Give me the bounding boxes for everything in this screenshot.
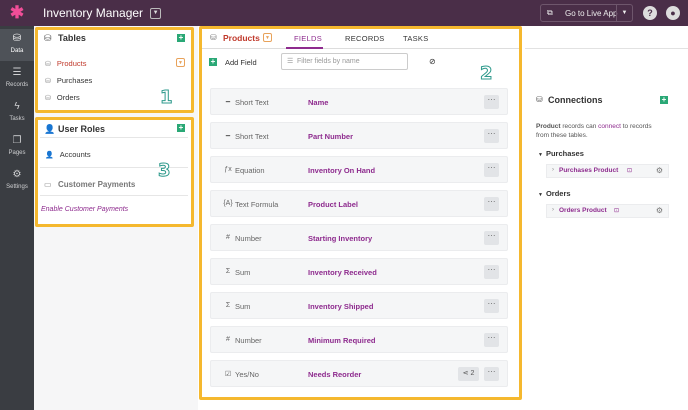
left-nav: ⛁ Data ☰ Records ϟ Tasks ❐ Pages ⚙ Setti… [0,26,34,410]
data-icon: ⛁ [12,33,22,44]
nav-label: Data [10,48,24,54]
connection-item[interactable]: › Purchases Product ⊡ ⚙ [546,164,669,178]
connection-group-purchases[interactable]: ▼ Purchases [538,149,584,158]
user-avatar-icon[interactable]: ● [666,6,680,20]
app-root: ✱ Inventory Manager ▼ ⧉ Go to Live App ▼… [0,0,688,410]
caret-down-icon: ▼ [538,192,543,198]
connect-link[interactable]: connect [598,123,621,130]
records-icon: ☰ [12,67,22,78]
connection-item-label: Orders Product [559,207,607,214]
caret-right-icon: › [552,167,554,173]
connections-panel [525,26,688,410]
logo-icon[interactable]: ✱ [0,0,34,26]
go-to-live-app-label: Go to Live App [565,8,618,18]
tasks-icon: ϟ [14,101,20,112]
gear-icon[interactable]: ⚙ [656,206,663,215]
connections-object: Product [536,123,561,130]
nav-item-data[interactable]: ⛁ Data [0,29,34,61]
go-to-live-app-button[interactable]: ⧉ Go to Live App ▼ [540,4,633,22]
callout-3: 3 [158,160,171,182]
connections-icon: ⛁ [536,95,543,104]
external-link-icon: ⧉ [547,8,553,17]
connection-group-label: Orders [545,189,571,198]
nav-item-records[interactable]: ☰ Records [0,63,34,95]
caret-down-icon: ▼ [538,152,543,158]
link-icon: ⊡ [614,208,620,214]
connections-text: records can [560,123,599,130]
caret-right-icon: › [552,207,554,213]
live-app-dropdown-icon[interactable]: ▼ [616,5,632,21]
link-icon: ⊡ [627,168,633,174]
callout-1: 1 [160,87,173,109]
nav-label: Tasks [9,116,25,122]
nav-item-settings[interactable]: ⚙ Settings [0,165,34,197]
app-menu-chevron-icon[interactable]: ▼ [150,7,162,19]
nav-label: Records [5,82,29,88]
nav-label: Pages [8,150,26,156]
help-icon[interactable]: ? [643,6,657,20]
nav-label: Settings [6,184,28,190]
divider [525,48,688,49]
app-title: Inventory Manager [43,6,144,20]
connections-title: Connections [548,95,603,105]
connection-group-orders[interactable]: ▼ Orders [538,189,571,198]
nav-item-tasks[interactable]: ϟ Tasks [0,97,34,129]
connection-group-label: Purchases [545,149,584,158]
nav-item-pages[interactable]: ❐ Pages [0,131,34,163]
settings-icon: ⚙ [12,169,22,180]
highlight-box-2 [199,26,522,400]
callout-2: 2 [480,63,493,85]
connections-description: Product records can connect to records f… [536,122,666,140]
gear-icon[interactable]: ⚙ [656,166,663,175]
top-bar: ✱ Inventory Manager ▼ ⧉ Go to Live App ▼… [0,0,688,26]
connection-item-label: Purchases Product [559,167,619,174]
connection-item[interactable]: › Orders Product ⊡ ⚙ [546,204,669,218]
pages-icon: ❐ [12,135,22,146]
add-connection-button[interactable]: + [660,96,668,104]
